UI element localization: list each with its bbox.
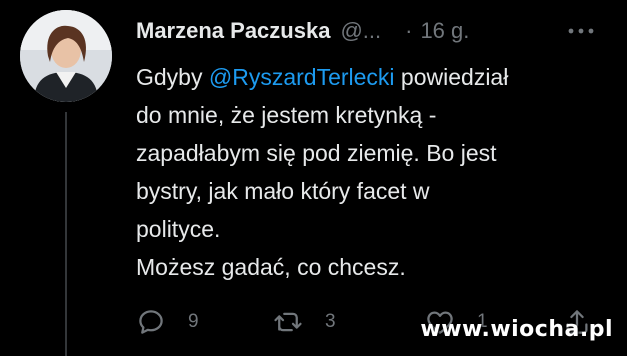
tweet-text-segment: Gdyby	[136, 64, 209, 90]
tweet-header: Marzena Paczuska @... · 16 g.	[136, 14, 616, 48]
tweet-text-line: zapadłabym się pod ziemię. Bo jest	[136, 140, 497, 166]
avatar[interactable]	[20, 10, 112, 102]
thread-line	[65, 112, 67, 356]
reply-count: 9	[188, 311, 199, 332]
watermark: www.wiocha.pl	[420, 317, 613, 342]
tweet-text-line: Gdyby @RyszardTerlecki powiedział	[136, 58, 606, 96]
author-name[interactable]: Marzena Paczuska	[136, 18, 330, 44]
tweet-time[interactable]: 16 g.	[420, 18, 469, 44]
mention-link[interactable]: @RyszardTerlecki	[209, 64, 395, 90]
retweet-count: 3	[325, 311, 336, 332]
tweet-text-line: do mnie, że jestem kretynką -	[136, 102, 437, 128]
tweet-text-line: Możesz gadać, co chcesz.	[136, 254, 406, 280]
tweet[interactable]: Marzena Paczuska @... · 16 g. Gdyby @Rys…	[0, 0, 627, 356]
avatar-photo	[20, 10, 112, 102]
reply-button[interactable]: 9	[136, 300, 199, 344]
author-handle[interactable]: @...	[340, 18, 381, 44]
tweet-text-line: polityce.	[136, 216, 221, 242]
retweet-button[interactable]: 3	[273, 300, 336, 344]
tweet-text-segment: powiedział	[394, 64, 509, 90]
more-dots-icon[interactable]	[564, 14, 598, 48]
tweet-text: Gdyby @RyszardTerlecki powiedział do mni…	[136, 58, 606, 286]
tweet-text-line: bystry, jak mało który facet w	[136, 178, 430, 204]
header-separator: ·	[405, 18, 413, 43]
reply-icon	[139, 310, 163, 334]
retweet-icon	[274, 312, 302, 332]
